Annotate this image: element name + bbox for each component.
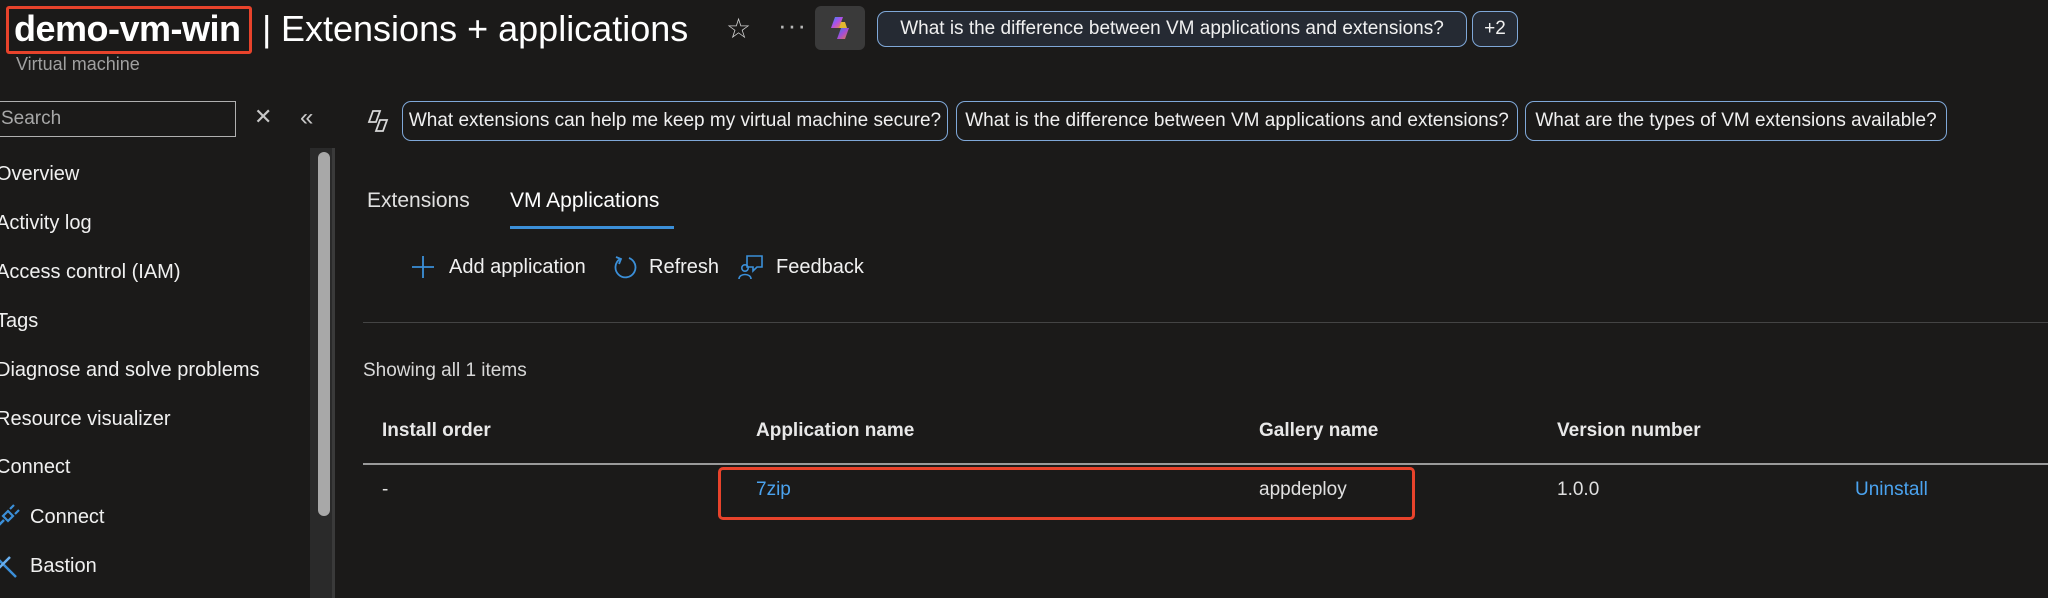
selected-tab-indicator xyxy=(510,226,674,229)
copilot-suggestion-types[interactable]: What are the types of VM extensions avai… xyxy=(1525,101,1947,141)
plug-icon xyxy=(0,504,20,526)
sidebar-scrollbar-thumb[interactable] xyxy=(318,152,330,516)
sidebar-search-input[interactable] xyxy=(0,101,236,137)
sidebar-item-label: Bastion xyxy=(30,555,97,577)
sidebar-item-tags[interactable]: Tags xyxy=(0,310,38,333)
clear-search-icon[interactable]: ✕ xyxy=(254,104,272,130)
sidebar-item-diagnose[interactable]: Diagnose and solve problems xyxy=(0,359,260,382)
sidebar-item-activity-log[interactable]: Activity log xyxy=(0,212,92,235)
sidebar-group-connect[interactable]: Connect xyxy=(0,456,71,479)
table-header-divider xyxy=(363,463,2048,465)
sidebar-item-label: Connect xyxy=(30,506,105,528)
sidebar-divider xyxy=(332,148,335,598)
more-actions-icon[interactable]: ··· xyxy=(778,10,807,41)
row-highlight-box xyxy=(718,467,1415,520)
cell-install-order: - xyxy=(382,479,389,500)
more-suggestions-button[interactable]: +2 xyxy=(1472,11,1518,47)
column-header-gallery-name[interactable]: Gallery name xyxy=(1259,420,1378,442)
copilot-suggestion-header[interactable]: What is the difference between VM applic… xyxy=(877,11,1467,47)
resource-type-subtitle: Virtual machine xyxy=(16,54,140,74)
page-title: Extensions + applications xyxy=(281,8,689,49)
sidebar-item-bastion[interactable]: Bastion xyxy=(0,553,300,583)
collapse-sidebar-icon[interactable]: « xyxy=(300,104,313,132)
column-header-install-order[interactable]: Install order xyxy=(382,420,491,442)
refresh-label: Refresh xyxy=(649,256,720,278)
favorite-star-icon[interactable]: ☆ xyxy=(726,12,751,45)
bastion-icon xyxy=(0,556,17,578)
copilot-suggestion-secure[interactable]: What extensions can help me keep my virt… xyxy=(402,101,948,141)
vm-name-highlight-box xyxy=(6,6,252,54)
sidebar-item-overview[interactable]: Overview xyxy=(0,163,79,186)
refresh-icon xyxy=(614,256,637,279)
items-count-text: Showing all 1 items xyxy=(363,360,527,381)
add-icon xyxy=(412,256,434,278)
copilot-icon xyxy=(831,17,849,39)
tab-extensions[interactable]: Extensions xyxy=(367,189,470,213)
column-header-version-number[interactable]: Version number xyxy=(1557,420,1701,442)
feedback-icon xyxy=(738,255,763,280)
copilot-button[interactable] xyxy=(815,6,865,50)
uninstall-link[interactable]: Uninstall xyxy=(1855,479,1928,501)
copilot-outline-icon xyxy=(367,110,389,132)
cell-version-number: 1.0.0 xyxy=(1557,479,1600,500)
sidebar-item-resource-visualizer[interactable]: Resource visualizer xyxy=(0,408,171,431)
add-application-label: Add application xyxy=(449,256,586,278)
copilot-suggestion-difference[interactable]: What is the difference between VM applic… xyxy=(956,101,1518,141)
sidebar-item-access-control[interactable]: Access control (IAM) xyxy=(0,261,180,284)
title-separator: | xyxy=(262,8,272,49)
sidebar-item-connect[interactable]: Connect xyxy=(0,504,300,534)
feedback-label: Feedback xyxy=(776,256,864,278)
command-bar-divider xyxy=(363,322,2048,323)
column-header-application-name[interactable]: Application name xyxy=(756,420,914,442)
tab-vm-applications[interactable]: VM Applications xyxy=(510,189,659,213)
